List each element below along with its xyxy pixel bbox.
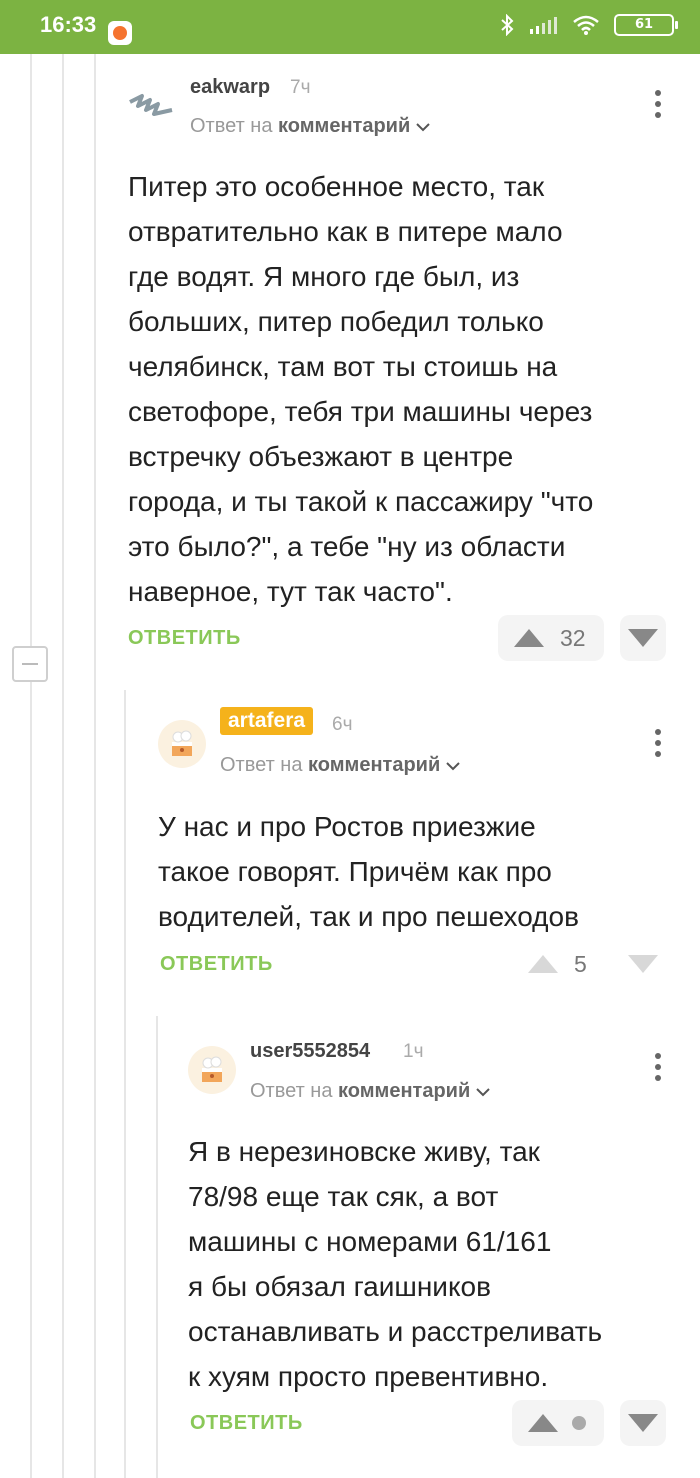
rating: 5 xyxy=(574,950,587,977)
upvote-icon[interactable] xyxy=(528,1414,558,1432)
reply-button[interactable]: ОТВЕТИТЬ xyxy=(190,1412,303,1435)
cake-avatar-icon xyxy=(202,1056,222,1082)
collapse-thread-button[interactable] xyxy=(12,646,48,682)
upvote-box: 32 xyxy=(498,615,604,661)
user-avatar-image xyxy=(129,94,173,116)
comment-time: 7ч xyxy=(290,77,311,98)
downvote-icon[interactable] xyxy=(628,1414,658,1432)
username[interactable]: user5552854 xyxy=(250,1040,370,1063)
chevron-down-icon xyxy=(476,1088,490,1097)
chevron-down-icon xyxy=(446,762,460,771)
rating-hidden-dot-icon xyxy=(572,1416,586,1430)
reply-to-link[interactable]: Ответ на комментарий xyxy=(220,754,460,777)
downvote-box[interactable] xyxy=(628,942,658,986)
comment-text: Я в нерезиновске живу, так 78/98 еще так… xyxy=(188,1136,603,1392)
reply-target: комментарий xyxy=(278,115,411,137)
reply-button[interactable]: ОТВЕТИТЬ xyxy=(128,627,241,650)
downvote-icon[interactable] xyxy=(628,629,658,647)
reply-prefix: Ответ на xyxy=(250,1080,333,1102)
avatar xyxy=(128,82,176,130)
avatar xyxy=(158,720,206,768)
avatar xyxy=(188,1046,236,1094)
downvote-box[interactable] xyxy=(620,615,666,661)
battery-icon: 61 xyxy=(614,14,678,36)
comment-text: Питер это особенное место, так отвратите… xyxy=(128,171,594,607)
status-bar: 16:33 61 xyxy=(0,0,700,54)
thread-line xyxy=(30,682,32,1478)
rating: 32 xyxy=(560,624,586,651)
upvote-box xyxy=(512,1400,604,1446)
username-badge[interactable]: artafera xyxy=(220,707,314,735)
comment-time: 1ч xyxy=(403,1041,424,1062)
upvote-box: 5 xyxy=(528,942,587,986)
downvote-icon[interactable] xyxy=(628,955,658,973)
app-notification-icon xyxy=(108,21,132,45)
comment-text: У нас и про Ростов приезжие такое говоря… xyxy=(158,811,579,932)
reply-target: комментарий xyxy=(338,1080,471,1102)
reply-to-link[interactable]: Ответ на комментарий xyxy=(190,115,430,138)
upvote-icon[interactable] xyxy=(528,955,558,973)
downvote-box[interactable] xyxy=(620,1400,666,1446)
chevron-down-icon xyxy=(416,123,430,132)
more-options-icon[interactable] xyxy=(653,90,663,120)
thread-line xyxy=(62,54,64,1478)
more-options-icon[interactable] xyxy=(653,1053,663,1083)
clock: 16:33 xyxy=(40,12,97,37)
thread-line xyxy=(124,690,126,1478)
cake-avatar-icon xyxy=(172,730,192,756)
comment-time: 6ч xyxy=(332,714,353,735)
reply-button[interactable]: ОТВЕТИТЬ xyxy=(160,953,273,976)
status-icons: 61 xyxy=(500,14,678,36)
wifi-icon xyxy=(573,15,599,35)
more-options-icon[interactable] xyxy=(653,729,663,759)
upvote-icon[interactable] xyxy=(514,629,544,647)
thread-line xyxy=(156,1016,158,1478)
reply-target: комментарий xyxy=(308,754,441,776)
reply-prefix: Ответ на xyxy=(190,115,273,137)
bluetooth-icon xyxy=(501,14,514,36)
reply-to-link[interactable]: Ответ на комментарий xyxy=(250,1080,490,1103)
username[interactable]: eakwarp xyxy=(190,76,270,99)
signal-icon xyxy=(530,17,557,34)
reply-prefix: Ответ на xyxy=(220,754,303,776)
thread-line xyxy=(30,54,32,646)
thread-line xyxy=(94,54,96,1478)
